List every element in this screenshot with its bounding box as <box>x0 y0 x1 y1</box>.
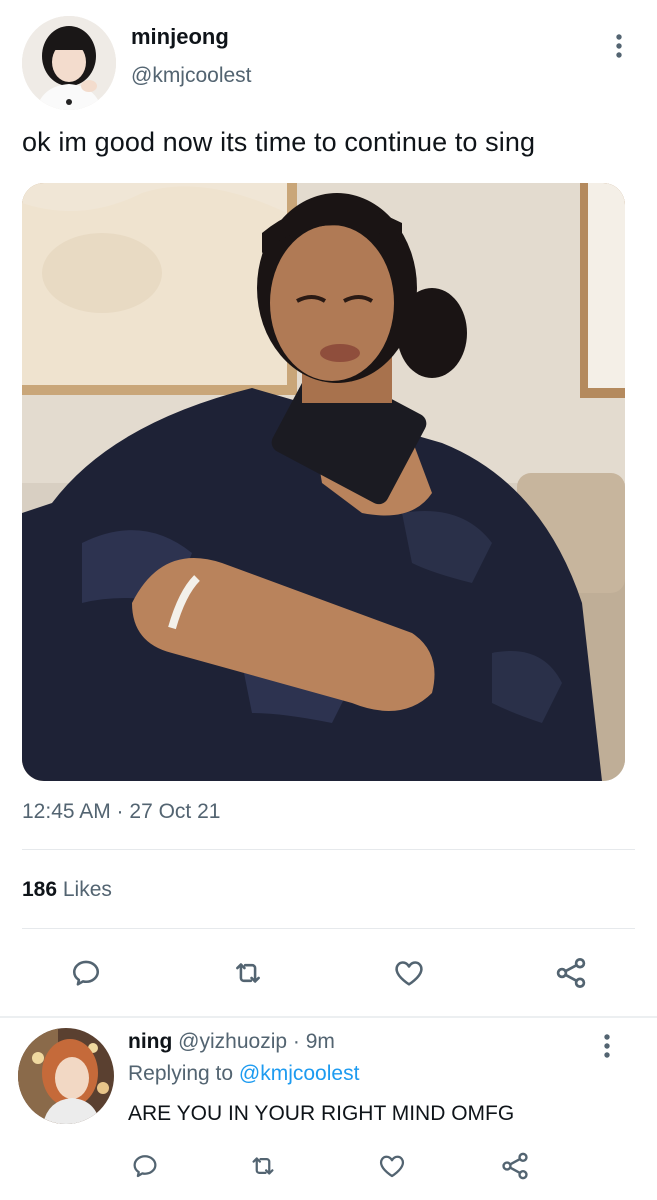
author-display-name[interactable]: minjeong <box>131 24 229 50</box>
reply-text: ARE YOU IN YOUR RIGHT MIND OMFG <box>128 1102 515 1125</box>
reply-author-avatar[interactable] <box>18 1028 114 1124</box>
heart-icon <box>379 1155 405 1178</box>
more-vertical-icon <box>604 1034 610 1058</box>
divider <box>22 849 635 850</box>
main-tweet: minjeong @kmjcoolest ok im good now its … <box>0 0 657 1016</box>
tweet-timestamp[interactable]: 12:45 AM · 27 Oct 21 <box>22 800 220 824</box>
reply-more-button[interactable] <box>592 1026 622 1066</box>
replying-to-mention[interactable]: @kmjcoolest <box>239 1062 360 1085</box>
reply-reply-button[interactable] <box>127 1148 163 1184</box>
reply-share-button[interactable] <box>497 1148 533 1184</box>
reply-button[interactable] <box>66 953 106 993</box>
reply-handle[interactable]: @yizhuozip <box>178 1030 287 1053</box>
retweet-button[interactable] <box>228 953 268 993</box>
reply-icon <box>133 1155 157 1178</box>
retweet-icon <box>252 1157 274 1175</box>
author-handle[interactable]: @kmjcoolest <box>131 64 252 88</box>
replying-prefix: Replying to <box>128 1062 239 1085</box>
reply-like-button[interactable] <box>374 1148 410 1184</box>
share-icon <box>502 1152 528 1180</box>
reply-icon <box>72 960 100 986</box>
replying-to: Replying to @kmjcoolest <box>128 1062 359 1086</box>
reply-retweet-button[interactable] <box>245 1148 281 1184</box>
tweet-action-bar <box>0 945 657 999</box>
retweet-icon <box>236 963 260 983</box>
reply-action-bar <box>0 1146 657 1190</box>
share-icon <box>556 958 586 988</box>
likes-number: 186 <box>22 878 58 901</box>
heart-icon <box>395 961 423 986</box>
reply-header: ning @yizhuozip · 9m <box>128 1030 335 1054</box>
author-avatar[interactable] <box>22 16 116 110</box>
share-button[interactable] <box>551 953 591 993</box>
tweet-media-image[interactable] <box>22 183 625 781</box>
reply-time[interactable]: · 9m <box>287 1030 335 1053</box>
likes-label: Likes <box>57 878 112 901</box>
like-button[interactable] <box>389 953 429 993</box>
reply-tweet[interactable]: ning @yizhuozip · 9m Replying to @kmjcoo… <box>0 1018 657 1200</box>
tweet-text: ok im good now its time to continue to s… <box>22 127 536 157</box>
more-vertical-icon <box>616 34 622 58</box>
divider <box>22 928 635 929</box>
tweet-more-button[interactable] <box>604 26 634 66</box>
likes-count[interactable]: 186 Likes <box>22 878 112 902</box>
reply-display-name[interactable]: ning <box>128 1030 172 1053</box>
